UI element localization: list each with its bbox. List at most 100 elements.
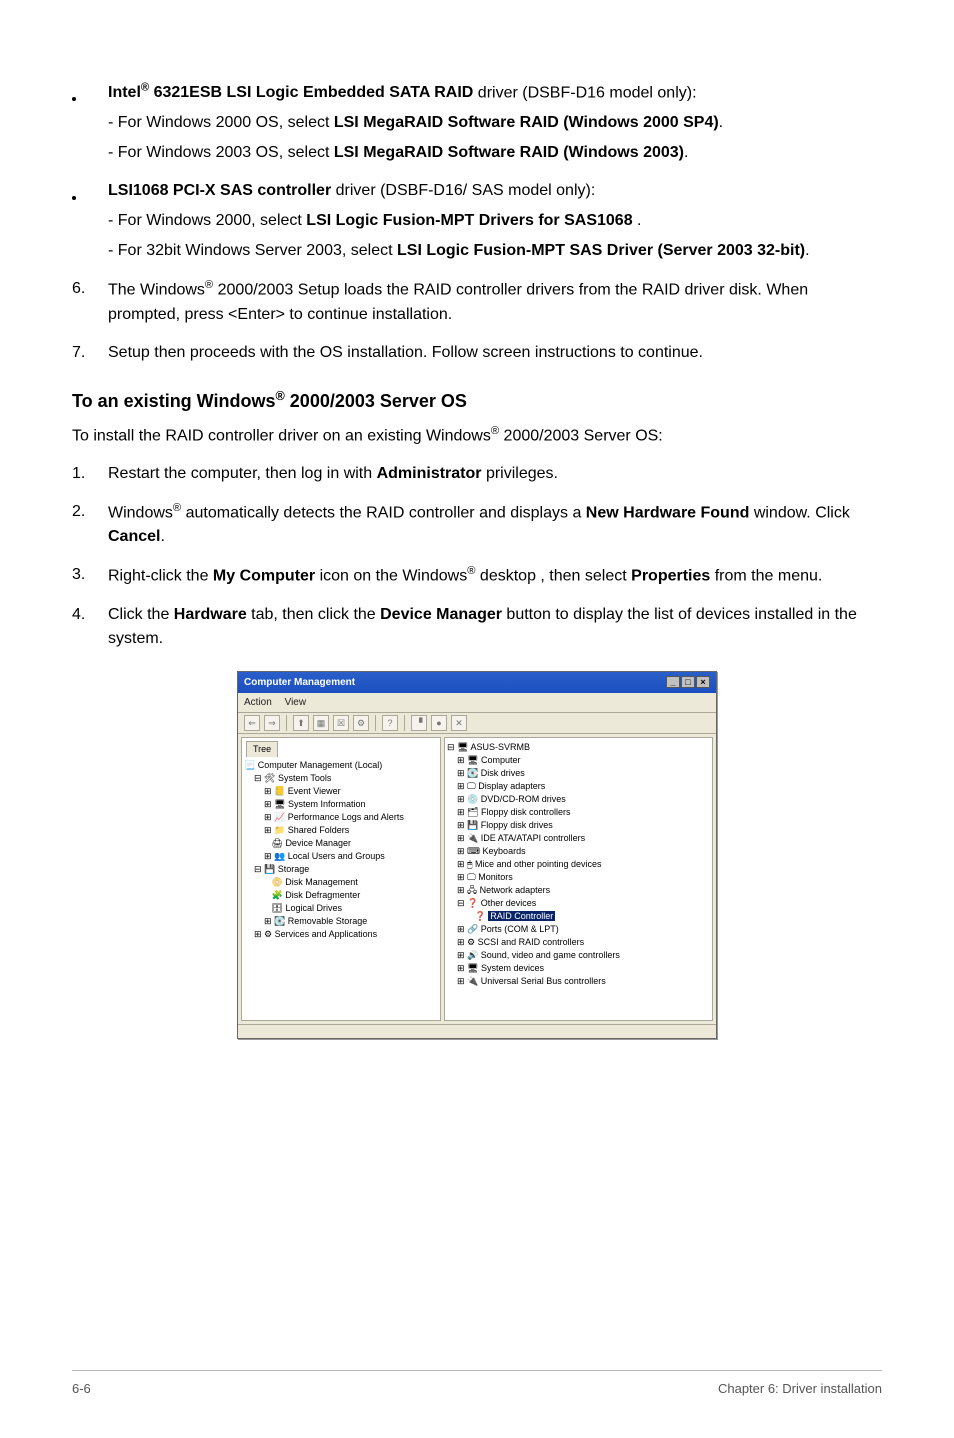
numbered-step: 3. Right-click the My Computer icon on t… — [72, 563, 882, 588]
t: Floppy disk controllers — [481, 807, 571, 817]
tree-item-logical-drives[interactable]: 🗄 Logical Drives — [244, 902, 438, 915]
minimize-icon[interactable]: _ — [666, 676, 680, 688]
record-icon[interactable]: ● — [431, 715, 447, 731]
properties-icon[interactable]: ⚙ — [353, 715, 369, 731]
tree-tab[interactable]: Tree — [246, 741, 278, 757]
step-number: 4. — [72, 603, 108, 651]
t: Restart the computer, then log in with — [108, 465, 377, 482]
device-floppy-drives[interactable]: ⊞ 💾 Floppy disk drives — [447, 819, 710, 832]
device-scsi[interactable]: ⊞ ⚙ SCSI and RAID controllers — [447, 936, 710, 949]
numbered-step: 7. Setup then proceeds with the OS insta… — [72, 341, 882, 365]
t: window. Click — [749, 504, 849, 521]
menu-view[interactable]: View — [285, 697, 307, 708]
t: Disk Defragmenter — [285, 890, 360, 900]
nav-back-icon[interactable]: ⇐ — [244, 715, 260, 731]
device-usb[interactable]: ⊞ 🔌 Universal Serial Bus controllers — [447, 975, 710, 988]
device-pane: ⊟ 🖥 ASUS-SVRMB ⊞ 🖥 Computer ⊞ 💽 Disk dri… — [444, 737, 713, 1021]
b: Device Manager — [380, 606, 502, 623]
bullet-sub: - For 32bit Windows Server 2003, select … — [108, 239, 882, 263]
t: Mice and other pointing devices — [475, 859, 602, 869]
t: ASUS-SVRMB — [470, 742, 530, 752]
device-mice[interactable]: ⊞ 🖱 Mice and other pointing devices — [447, 858, 710, 871]
device-root[interactable]: ⊟ 🖥 ASUS-SVRMB — [447, 741, 710, 754]
tree-item-system-information[interactable]: ⊞ 🖥 System Information — [244, 798, 438, 811]
menubar: Action View — [238, 693, 716, 713]
nav-fwd-icon[interactable]: ⇒ — [264, 715, 280, 731]
device-ide[interactable]: ⊞ 🔌 IDE ATA/ATAPI controllers — [447, 832, 710, 845]
page-content: Intel® 6321ESB LSI Logic Embedded SATA R… — [72, 80, 882, 1310]
device-ports[interactable]: ⊞ 🔗 Ports (COM & LPT) — [447, 923, 710, 936]
tree-item-disk-defragmenter[interactable]: 🧩 Disk Defragmenter — [244, 889, 438, 902]
device-system[interactable]: ⊞ 🖥 System devices — [447, 962, 710, 975]
bullet-lead-pre: Intel — [108, 84, 141, 101]
section-heading: To an existing Windows® 2000/2003 Server… — [72, 387, 882, 415]
tree-root[interactable]: 📃 Computer Management (Local) — [244, 759, 438, 772]
numbered-step: 6. The Windows® 2000/2003 Setup loads th… — [72, 277, 882, 326]
bullet-text: LSI1068 PCI-X SAS controller driver (DSB… — [108, 179, 882, 263]
t: desktop , then select — [475, 568, 631, 585]
tree-item-system-tools[interactable]: ⊟ 🛠 System Tools — [244, 772, 438, 785]
t: System Information — [288, 799, 366, 809]
t: 2000/2003 Server OS — [285, 391, 467, 411]
tree-item-local-users[interactable]: ⊞ 👥 Local Users and Groups — [244, 850, 438, 863]
t: Logical Drives — [285, 903, 342, 913]
t: Disk drives — [481, 768, 525, 778]
maximize-icon[interactable]: □ — [681, 676, 695, 688]
step-number: 6. — [72, 277, 108, 326]
b: New Hardware Found — [586, 504, 750, 521]
up-icon[interactable]: ⬆ — [293, 715, 309, 731]
b: Properties — [631, 568, 710, 585]
tree-item-event-viewer[interactable]: ⊞ 📒 Event Viewer — [244, 785, 438, 798]
device-computer[interactable]: ⊞ 🖥 Computer — [447, 754, 710, 767]
device-sound[interactable]: ⊞ 🔊 Sound, video and game controllers — [447, 949, 710, 962]
t: System Tools — [278, 773, 331, 783]
menu-action[interactable]: Action — [244, 697, 272, 708]
t: Device Manager — [285, 838, 351, 848]
device-keyboards[interactable]: ⊞ ⌨ Keyboards — [447, 845, 710, 858]
device-disk-drives[interactable]: ⊞ 💽 Disk drives — [447, 767, 710, 780]
step-number: 3. — [72, 563, 108, 588]
remove-icon[interactable]: ✕ — [451, 715, 467, 731]
help-icon[interactable]: ? — [382, 715, 398, 731]
tree-item-removable-storage[interactable]: ⊞ 💽 Removable Storage — [244, 915, 438, 928]
t: Network adapters — [480, 885, 551, 895]
device-display-adapters[interactable]: ⊞ 🖵 Display adapters — [447, 780, 710, 793]
scan-icon[interactable]: ▝ — [411, 715, 427, 731]
t: from the menu. — [710, 568, 822, 585]
step-text: Right-click the My Computer icon on the … — [108, 563, 882, 588]
t: Right-click the — [108, 568, 213, 585]
step-text: The Windows® 2000/2003 Setup loads the R… — [108, 277, 882, 326]
window-title: Computer Management — [244, 675, 355, 690]
t: Disk Management — [285, 877, 358, 887]
tree-item-shared-folders[interactable]: ⊞ 📁 Shared Folders — [244, 824, 438, 837]
close-icon[interactable]: × — [696, 676, 710, 688]
device-dvd[interactable]: ⊞ 💿 DVD/CD-ROM drives — [447, 793, 710, 806]
sup: ® — [205, 279, 213, 291]
bullet-sub: - For Windows 2000 OS, select LSI MegaRA… — [108, 111, 882, 135]
window-controls: _□× — [665, 675, 710, 690]
t: Monitors — [478, 872, 513, 882]
t: To an existing Windows — [72, 391, 276, 411]
t: To install the RAID controller driver on… — [72, 427, 491, 444]
tree-item-services[interactable]: ⊞ ⚙ Services and Applications — [244, 928, 438, 941]
device-network[interactable]: ⊞ 🖧 Network adapters — [447, 884, 710, 897]
device-other[interactable]: ⊟ ❓ Other devices — [447, 897, 710, 910]
tree-item-device-manager[interactable]: 🖨 Device Manager — [244, 837, 438, 850]
t: automatically detects the RAID controlle… — [181, 504, 586, 521]
section-intro: To install the RAID controller driver on… — [72, 423, 882, 448]
device-monitors[interactable]: ⊞ 🖵 Monitors — [447, 871, 710, 884]
numbered-step: 2. Windows® automatically detects the RA… — [72, 500, 882, 549]
delete-icon[interactable]: ☒ — [333, 715, 349, 731]
step-text: Windows® automatically detects the RAID … — [108, 500, 882, 549]
device-raid-controller[interactable]: ❓ RAID Controller — [447, 910, 710, 923]
tree-item-performance-logs[interactable]: ⊞ 📈 Performance Logs and Alerts — [244, 811, 438, 824]
bullet-lead-sup: ® — [141, 82, 149, 94]
sub-bold: LSI MegaRAID Software RAID (Windows 2003… — [334, 144, 684, 161]
tree-item-storage[interactable]: ⊟ 💾 Storage — [244, 863, 438, 876]
tree-item-disk-management[interactable]: 📀 Disk Management — [244, 876, 438, 889]
list-icon[interactable]: ▦ — [313, 715, 329, 731]
bullet-trail: driver (DSBF-D16/ SAS model only): — [331, 182, 595, 199]
device-floppy-controllers[interactable]: ⊞ 🗂 Floppy disk controllers — [447, 806, 710, 819]
t: Shared Folders — [288, 825, 350, 835]
t: privileges. — [482, 465, 558, 482]
